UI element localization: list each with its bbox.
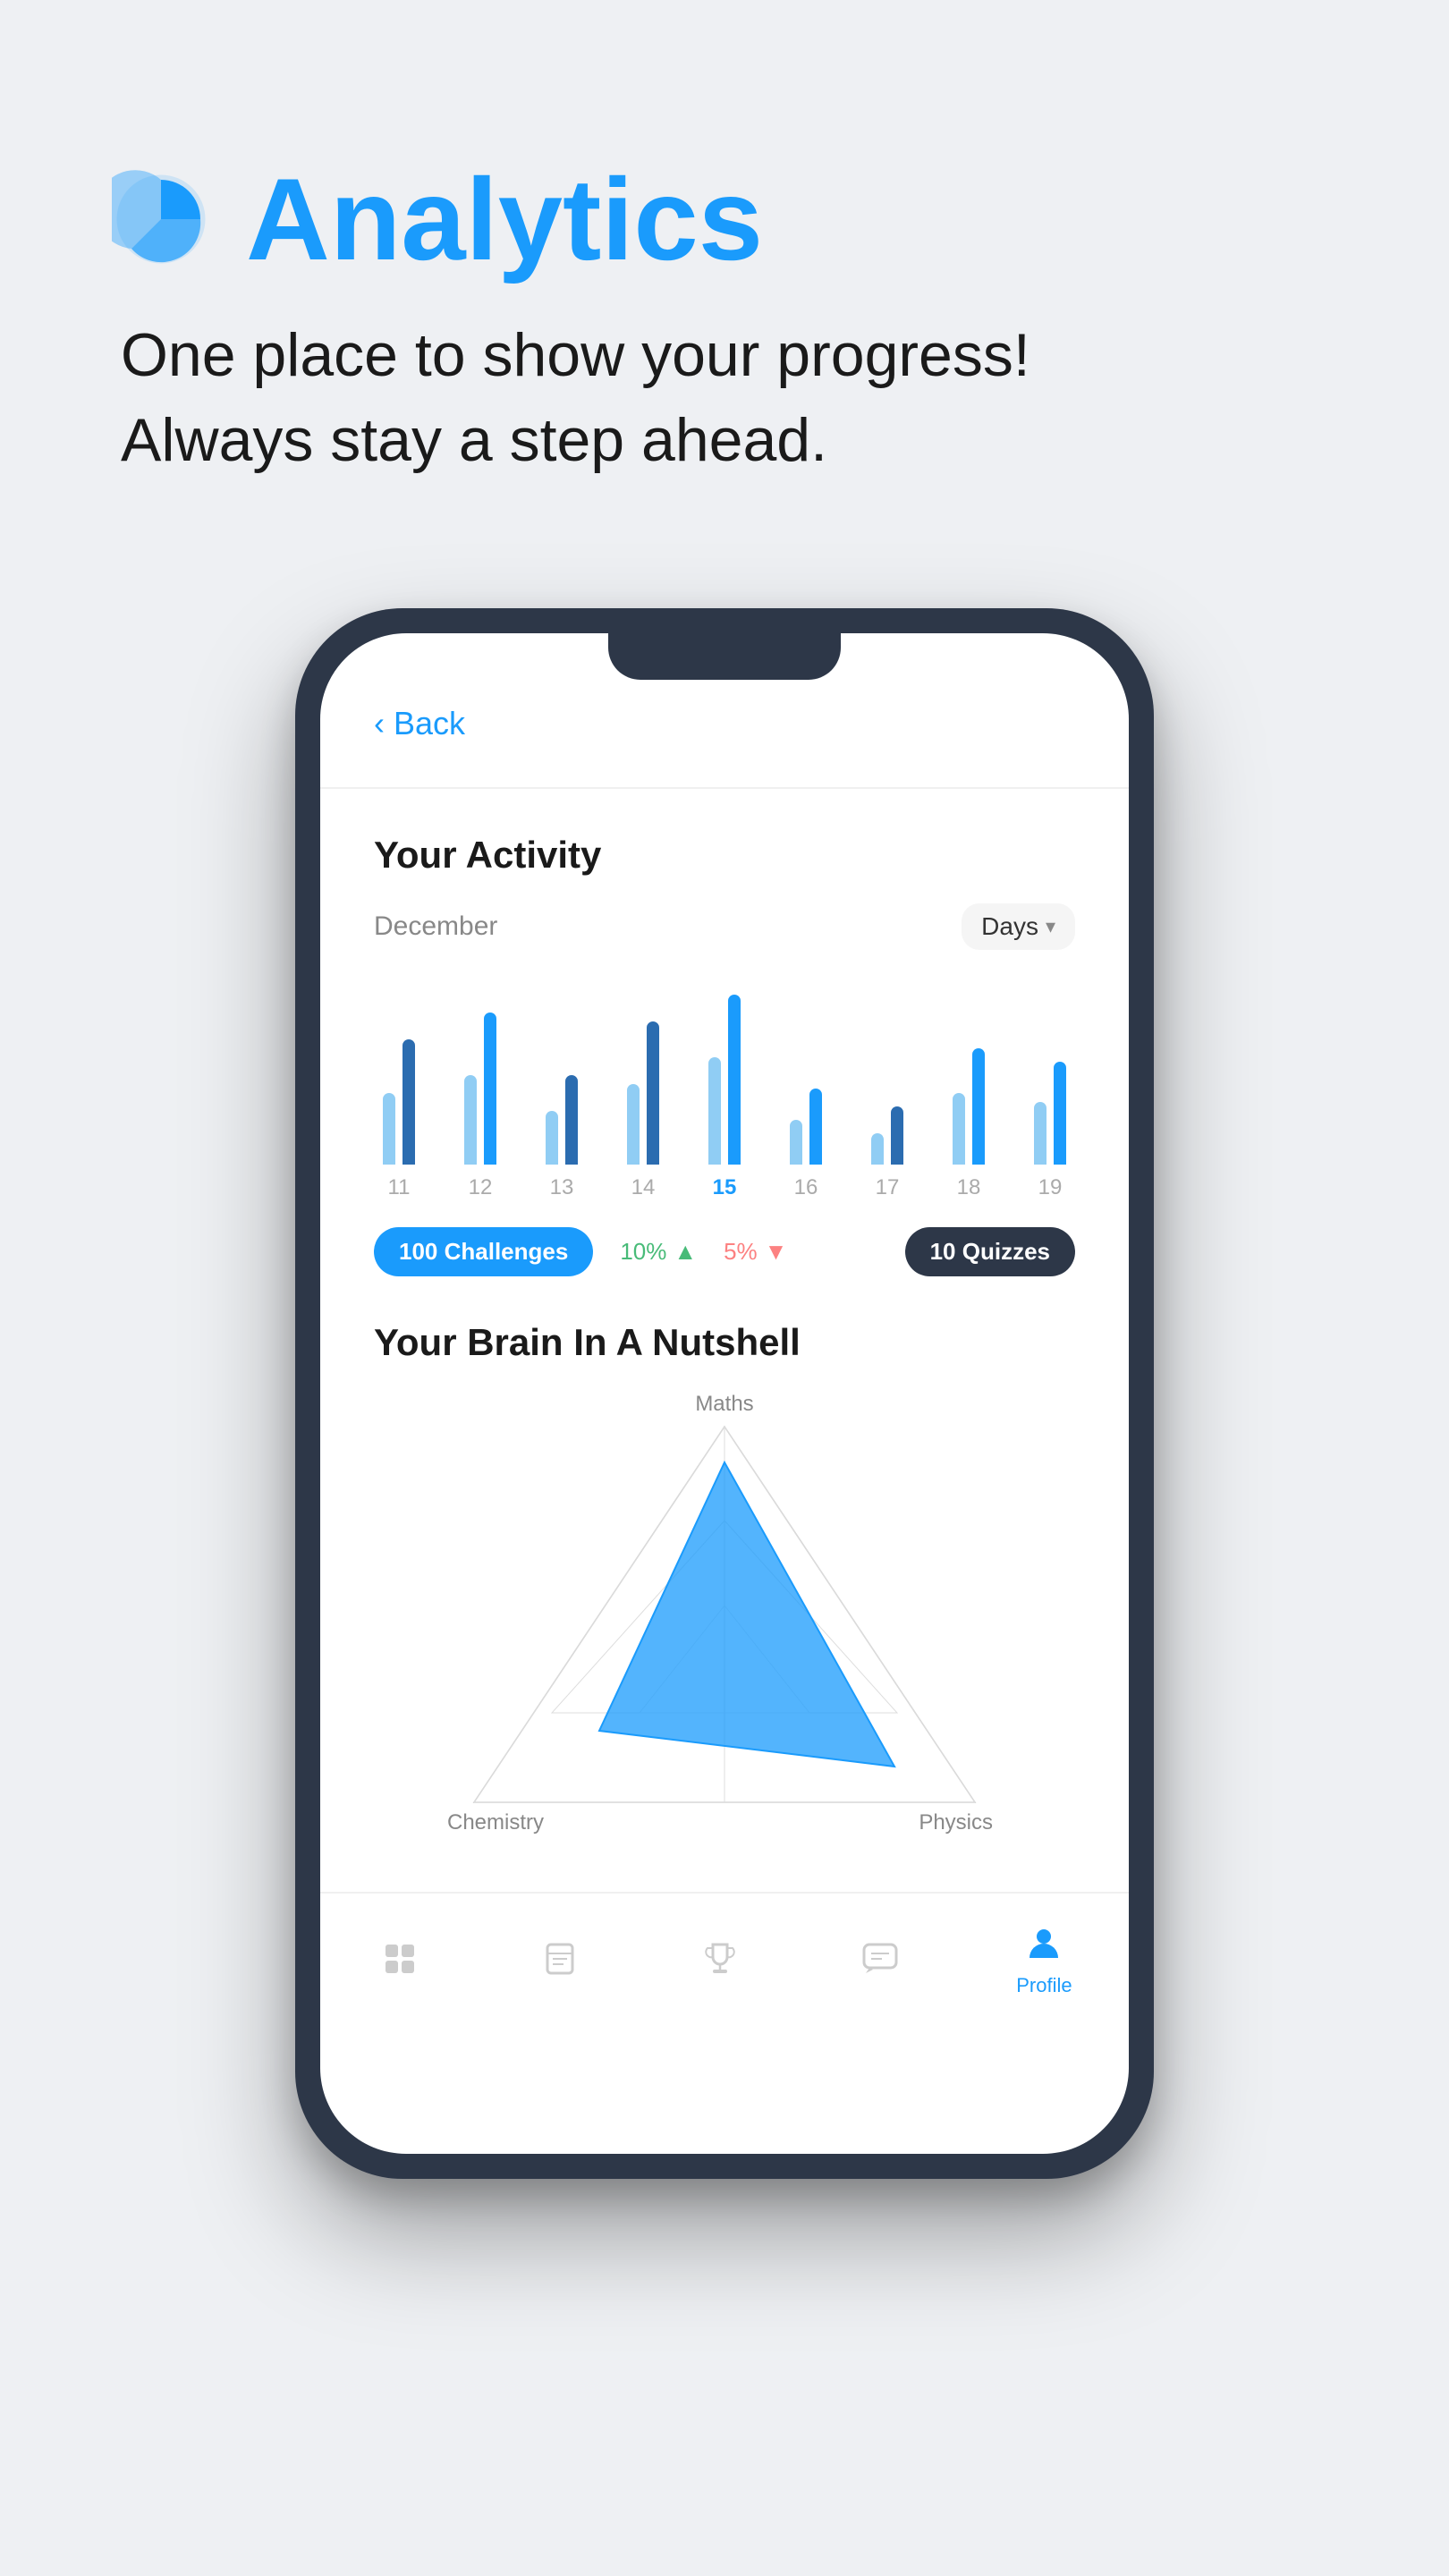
profile-icon [1021,1920,1067,1967]
activity-section-title: Your Activity [374,834,1075,877]
bar-label-18: 18 [957,1175,981,1200]
days-filter-label: Days [981,912,1038,941]
bar-label-16: 16 [794,1175,818,1200]
bar-dark-14 [647,1021,659,1165]
stats-badges-row: 100 Challenges 10% ▲ 5% ▼ 10 Quizzes [374,1227,1075,1276]
book-icon [537,1936,583,1982]
positive-pct-stat: 10% ▲ [620,1238,697,1266]
page-title: Analytics [246,161,763,277]
activity-bar-chart: 11 12 [374,986,1075,1200]
bar-blue-15 [728,995,741,1165]
bar-group-17: 17 [871,986,903,1200]
svg-text:Maths: Maths [695,1392,753,1416]
nav-item-profile[interactable]: Profile [1016,1920,1072,1997]
bar-blue-19 [1054,1062,1066,1165]
nav-item-trophy[interactable] [697,1936,743,1982]
activity-section: Your Activity December Days ▾ [374,834,1075,1276]
negative-pct-stat: 5% ▼ [724,1238,787,1266]
back-chevron-icon: ‹ [374,705,385,742]
back-button[interactable]: ‹ Back [374,705,1075,742]
bottom-nav: Profile [320,1892,1129,2042]
bar-light-17 [871,1133,884,1165]
activity-header: December Days ▾ [374,903,1075,950]
svg-text:Chemistry: Chemistry [447,1810,544,1835]
bar-group-14: 14 [627,986,659,1200]
phone-outer: ‹ Back Your Activity December Days ▾ [295,608,1154,2179]
bar-light-15 [708,1057,721,1165]
challenges-badge: 100 Challenges [374,1227,593,1276]
home-icon [377,1936,423,1982]
bar-group-16: 16 [790,986,822,1200]
days-filter-selector[interactable]: Days ▾ [962,903,1075,950]
arrow-down-icon: ▼ [765,1238,788,1266]
chevron-down-icon: ▾ [1046,915,1055,938]
quizzes-badge: 10 Quizzes [905,1227,1075,1276]
bar-label-14: 14 [631,1175,656,1200]
nav-item-learn[interactable] [537,1936,583,1982]
bar-light-19 [1034,1102,1046,1165]
brain-section: Your Brain In A Nutshell [374,1321,1075,1856]
phone-mockup-wrapper: ‹ Back Your Activity December Days ▾ [0,608,1449,2179]
bar-blue-16 [809,1089,822,1165]
nav-item-chat[interactable] [857,1936,903,1982]
bar-light-12 [464,1075,477,1165]
bar-group-18: 18 [953,986,985,1200]
brain-section-title: Your Brain In A Nutshell [374,1321,1075,1364]
bar-group-11: 11 [383,986,415,1200]
bar-label-17: 17 [876,1175,900,1200]
month-label: December [374,911,497,942]
trophy-icon [697,1936,743,1982]
analytics-title-row: Analytics [112,161,1337,277]
bar-light-14 [627,1084,640,1165]
bar-label-13: 13 [550,1175,574,1200]
bar-blue-18 [972,1048,985,1165]
phone-screen: ‹ Back Your Activity December Days ▾ [320,633,1129,2154]
bar-light-11 [383,1093,395,1165]
profile-nav-label: Profile [1016,1974,1072,1997]
chat-icon [857,1936,903,1982]
bar-label-15: 15 [713,1175,737,1200]
negative-pct-value: 5% [724,1238,758,1266]
analytics-pie-icon [112,170,210,268]
bar-light-16 [790,1120,802,1165]
bar-dark-11 [402,1039,415,1165]
nav-item-home[interactable] [377,1936,423,1982]
bar-group-12: 12 [464,986,496,1200]
bar-label-19: 19 [1038,1175,1063,1200]
page-header: Analytics One place to show your progres… [0,0,1449,537]
page-subtitle: One place to show your progress! Always … [112,313,1337,483]
section-divider [320,787,1129,789]
radar-chart-container: Maths Chemistry Physics [374,1391,1075,1856]
screen-content: ‹ Back Your Activity December Days ▾ [320,633,1129,1856]
bar-label-11: 11 [388,1175,411,1200]
bar-blue-12 [484,1013,496,1165]
radar-chart-svg: Maths Chemistry Physics [420,1391,1029,1856]
arrow-up-icon: ▲ [674,1238,697,1266]
bar-label-12: 12 [469,1175,493,1200]
bar-dark-17 [891,1106,903,1165]
positive-pct-value: 10% [620,1238,666,1266]
bar-group-15: 15 [708,986,741,1200]
bar-light-13 [546,1111,558,1165]
bar-group-13: 13 [546,986,578,1200]
bar-dark-13 [565,1075,578,1165]
back-label: Back [394,705,465,742]
bar-light-18 [953,1093,965,1165]
svg-text:Physics: Physics [919,1810,993,1835]
phone-notch [608,633,841,680]
bar-group-19: 19 [1034,986,1066,1200]
